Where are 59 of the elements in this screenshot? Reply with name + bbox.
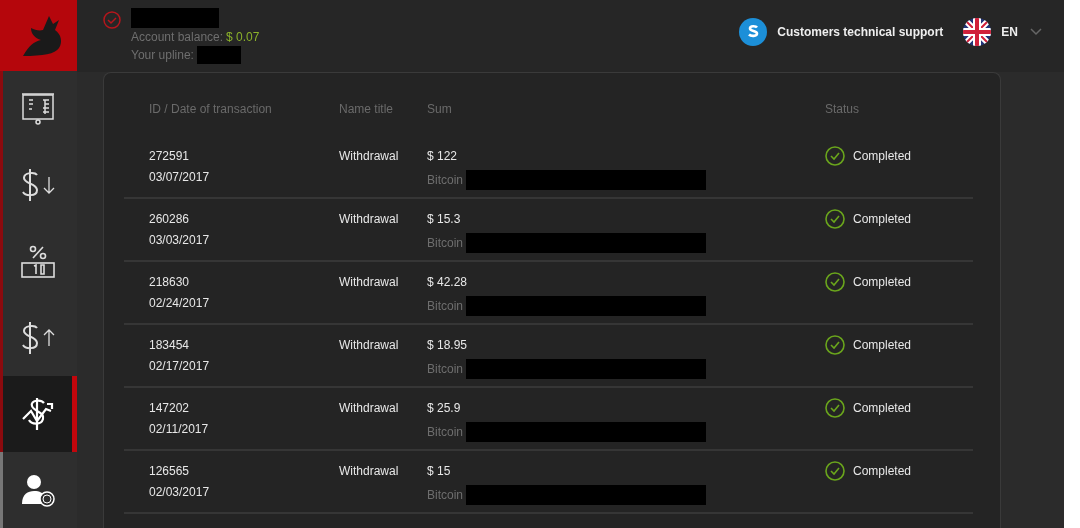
upline-label: Your upline: [131,48,194,62]
transaction-id: 272591 [149,149,191,163]
column-header: Name title [339,101,395,118]
column-header: ID / Date of transaction [149,101,273,118]
transaction-id: 147202 [149,401,191,415]
transaction-name: Withdrawal [339,338,400,352]
check-circle-icon [825,335,845,355]
status-text: Completed [853,338,912,352]
sidebar-item[interactable] [0,375,77,452]
redaction-bar [196,46,241,64]
column-header: Status [825,101,861,118]
transaction-id: 183454 [149,338,191,352]
status-text: Completed [853,149,912,163]
column-header: Sum [427,101,453,118]
transaction-date: 03/07/2017 [149,170,211,184]
check-circle-icon [103,11,121,29]
transaction-date: 02/17/2017 [149,359,211,373]
chevron-icon [1030,28,1042,36]
transaction-date: 02/11/2017 [149,422,210,436]
status-text: Completed [853,401,912,415]
payment-method: Bitcoin [427,488,464,502]
support-link[interactable]: Customers technical support [777,25,944,39]
check-circle-icon [825,209,845,229]
transaction-sum: $ 25.9 [427,401,462,415]
transaction-name: Withdrawal [339,275,400,289]
transaction-sum: $ 122 [427,149,459,163]
transaction-sum: $ 42.28 [427,275,469,289]
transaction-name: Withdrawal [339,401,400,415]
transaction-name: Withdrawal [339,464,400,478]
presentation-icon [20,91,55,128]
balance-value: $ 0.07 [226,30,260,44]
check-circle-icon [825,398,845,418]
transaction-id: 260286 [149,212,191,226]
transaction-date: 03/03/2017 [149,233,211,247]
payment-method: Bitcoin [427,425,464,439]
transaction-sum: $ 18.95 [427,338,469,352]
percent-icon [18,243,57,280]
payment-method: Bitcoin [427,236,464,250]
balance-label: Account balance: [131,30,224,44]
transaction-date: 02/03/2017 [149,485,211,499]
status-text: Completed [853,212,912,226]
transaction-sum: $ 15 [427,464,452,478]
transaction-id: 126565 [149,464,191,478]
skype-icon [739,18,768,46]
transaction-id: 218630 [149,275,191,289]
check-circle-icon [825,272,845,292]
payment-method: Bitcoin [427,362,464,376]
flag-icon [963,18,992,46]
transaction-date: 02/24/2017 [149,296,211,310]
payment-method: Bitcoin [427,299,464,313]
language-dropdown[interactable]: EN [1001,25,1042,39]
status-text: Completed [853,464,912,478]
transaction-name: Withdrawal [339,212,400,226]
check-circle-icon [825,146,845,166]
check-circle-icon [825,461,845,481]
status-text: Completed [853,275,912,289]
transaction-name: Withdrawal [339,149,400,163]
payment-method: Bitcoin [427,173,464,187]
transaction-sum: $ 15.3 [427,212,462,226]
